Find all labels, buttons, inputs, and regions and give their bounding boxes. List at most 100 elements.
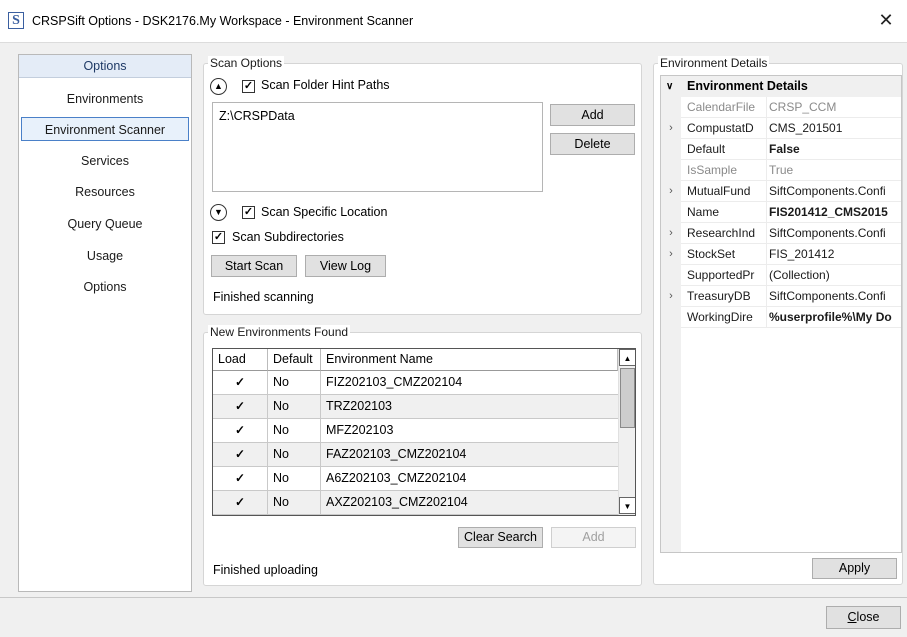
property-name: ResearchInd: [687, 226, 756, 240]
scan-folder-hint-checkbox[interactable]: ✓: [242, 80, 255, 93]
section-title: Environment Details: [687, 79, 808, 93]
start-scan-button[interactable]: Start Scan: [211, 255, 297, 277]
table-row[interactable]: ✓ No MFZ202103: [213, 419, 618, 443]
add-path-button[interactable]: Add: [550, 104, 635, 126]
clear-search-button[interactable]: Clear Search: [458, 527, 543, 548]
hint-paths-list[interactable]: Z:\CRSPData: [212, 102, 543, 192]
environment-name-cell: MFZ202103: [326, 423, 394, 437]
scan-specific-location-checkbox[interactable]: ✓: [242, 206, 255, 219]
sidebar-item-query-queue[interactable]: Query Queue: [19, 212, 191, 236]
table-row[interactable]: ✓ No FAZ202103_CMZ202104: [213, 443, 618, 467]
load-checkbox[interactable]: ✓: [213, 419, 268, 442]
default-cell: No: [268, 443, 321, 466]
sidebar-item-environment-scanner[interactable]: Environment Scanner: [21, 117, 189, 141]
property-value[interactable]: (Collection): [769, 265, 901, 286]
chevron-right-icon[interactable]: ›: [661, 244, 681, 265]
load-checkbox[interactable]: ✓: [213, 371, 268, 394]
default-cell: No: [268, 467, 321, 490]
property-value[interactable]: True: [769, 160, 901, 181]
environment-name-cell: FAZ202103_CMZ202104: [326, 447, 467, 461]
scan-status-text: Finished scanning: [213, 290, 314, 304]
footer-bar: [0, 597, 907, 637]
property-name: WorkingDire: [687, 310, 753, 324]
property-value[interactable]: %userprofile%\My Do: [769, 307, 901, 328]
environment-name-cell: AXZ202103_CMZ202104: [326, 495, 468, 509]
sidebar-item-services[interactable]: Services: [19, 149, 191, 173]
options-sidebar: Options Environments Environment Scanner…: [18, 54, 192, 592]
chevron-right-icon[interactable]: ›: [661, 223, 681, 244]
sidebar-item-options[interactable]: Options: [19, 275, 191, 299]
property-row[interactable]: › MutualFund SiftComponents.Confi: [661, 181, 901, 202]
chevron-right-icon[interactable]: ›: [661, 118, 681, 139]
property-row[interactable]: › StockSet FIS_201412: [661, 244, 901, 265]
property-row[interactable]: WorkingDire %userprofile%\My Do: [661, 307, 901, 328]
property-name: TreasuryDB: [687, 289, 751, 303]
app-icon: S: [8, 12, 24, 29]
property-name: IsSample: [687, 163, 738, 177]
scan-subdirectories-label: Scan Subdirectories: [232, 230, 344, 244]
property-name: SupportedPr: [687, 268, 755, 282]
apply-button[interactable]: Apply: [812, 558, 897, 579]
chevron-down-icon[interactable]: ▼: [210, 204, 227, 221]
column-header-default[interactable]: Default: [268, 349, 321, 371]
default-cell: No: [268, 395, 321, 418]
default-cell: No: [268, 371, 321, 394]
sidebar-item-resources[interactable]: Resources: [19, 180, 191, 204]
load-checkbox[interactable]: ✓: [213, 395, 268, 418]
add-environment-button[interactable]: Add: [551, 527, 636, 548]
property-section-header[interactable]: ∨ Environment Details: [661, 76, 901, 97]
property-value[interactable]: SiftComponents.Confi: [769, 181, 901, 202]
delete-path-button[interactable]: Delete: [550, 133, 635, 155]
column-header-environment-name[interactable]: Environment Name: [321, 349, 618, 371]
property-row[interactable]: Name FIS201412_CMS2015: [661, 202, 901, 223]
table-row[interactable]: ✓ No AXZ202103_CMZ202104: [213, 491, 618, 515]
chevron-right-icon[interactable]: ›: [661, 181, 681, 202]
chevron-up-icon[interactable]: ▲: [210, 78, 227, 95]
scroll-down-icon[interactable]: ▼: [619, 497, 635, 514]
property-value[interactable]: False: [769, 139, 901, 160]
environment-name-cell: TRZ202103: [326, 399, 393, 413]
environments-table: Load Default Environment Name ✓ No FIZ20…: [212, 348, 636, 516]
property-row[interactable]: › TreasuryDB SiftComponents.Confi: [661, 286, 901, 307]
table-scrollbar[interactable]: ▲ ▼: [618, 349, 635, 515]
load-checkbox[interactable]: ✓: [213, 467, 268, 490]
list-item[interactable]: Z:\CRSPData: [219, 109, 295, 123]
load-checkbox[interactable]: ✓: [213, 443, 268, 466]
scroll-thumb[interactable]: [620, 368, 635, 428]
property-row[interactable]: › CompustatD CMS_201501: [661, 118, 901, 139]
property-grid: ∨ Environment Details CalendarFile CRSP_…: [660, 75, 902, 553]
window-title: CRSPSift Options - DSK2176.My Workspace …: [32, 14, 414, 28]
property-row[interactable]: IsSample True: [661, 160, 901, 181]
chevron-right-icon[interactable]: ›: [661, 286, 681, 307]
property-row[interactable]: › ResearchInd SiftComponents.Confi: [661, 223, 901, 244]
sidebar-item-usage[interactable]: Usage: [19, 244, 191, 268]
property-name: MutualFund: [687, 184, 751, 198]
property-value[interactable]: SiftComponents.Confi: [769, 223, 901, 244]
property-value[interactable]: FIS201412_CMS2015: [769, 202, 901, 223]
table-row[interactable]: ✓ No A6Z202103_CMZ202104: [213, 467, 618, 491]
default-cell: No: [268, 491, 321, 514]
chevron-down-icon[interactable]: ∨: [666, 76, 673, 97]
property-row[interactable]: SupportedPr (Collection): [661, 265, 901, 286]
scan-folder-hint-label: Scan Folder Hint Paths: [261, 78, 390, 92]
property-value[interactable]: CMS_201501: [769, 118, 901, 139]
new-environments-title: New Environments Found: [208, 325, 351, 340]
table-row[interactable]: ✓ No FIZ202103_CMZ202104: [213, 371, 618, 395]
sidebar-item-environments[interactable]: Environments: [19, 87, 191, 111]
scroll-up-icon[interactable]: ▲: [619, 349, 635, 366]
load-checkbox[interactable]: ✓: [213, 491, 268, 514]
scan-subdirectories-checkbox[interactable]: ✓: [212, 231, 225, 244]
property-row[interactable]: CalendarFile CRSP_CCM: [661, 97, 901, 118]
table-row[interactable]: ✓ No TRZ202103: [213, 395, 618, 419]
scan-options-title: Scan Options: [208, 56, 285, 71]
property-row[interactable]: Default False: [661, 139, 901, 160]
column-header-load[interactable]: Load: [213, 349, 268, 371]
window-close-button[interactable]: ✕: [868, 8, 904, 34]
close-button[interactable]: Close: [826, 606, 901, 629]
environment-name-cell: A6Z202103_CMZ202104: [326, 471, 467, 485]
property-value[interactable]: CRSP_CCM: [769, 97, 901, 118]
property-value[interactable]: FIS_201412: [769, 244, 901, 265]
property-value[interactable]: SiftComponents.Confi: [769, 286, 901, 307]
view-log-button[interactable]: View Log: [305, 255, 386, 277]
environment-name-cell: FIZ202103_CMZ202104: [326, 375, 463, 389]
